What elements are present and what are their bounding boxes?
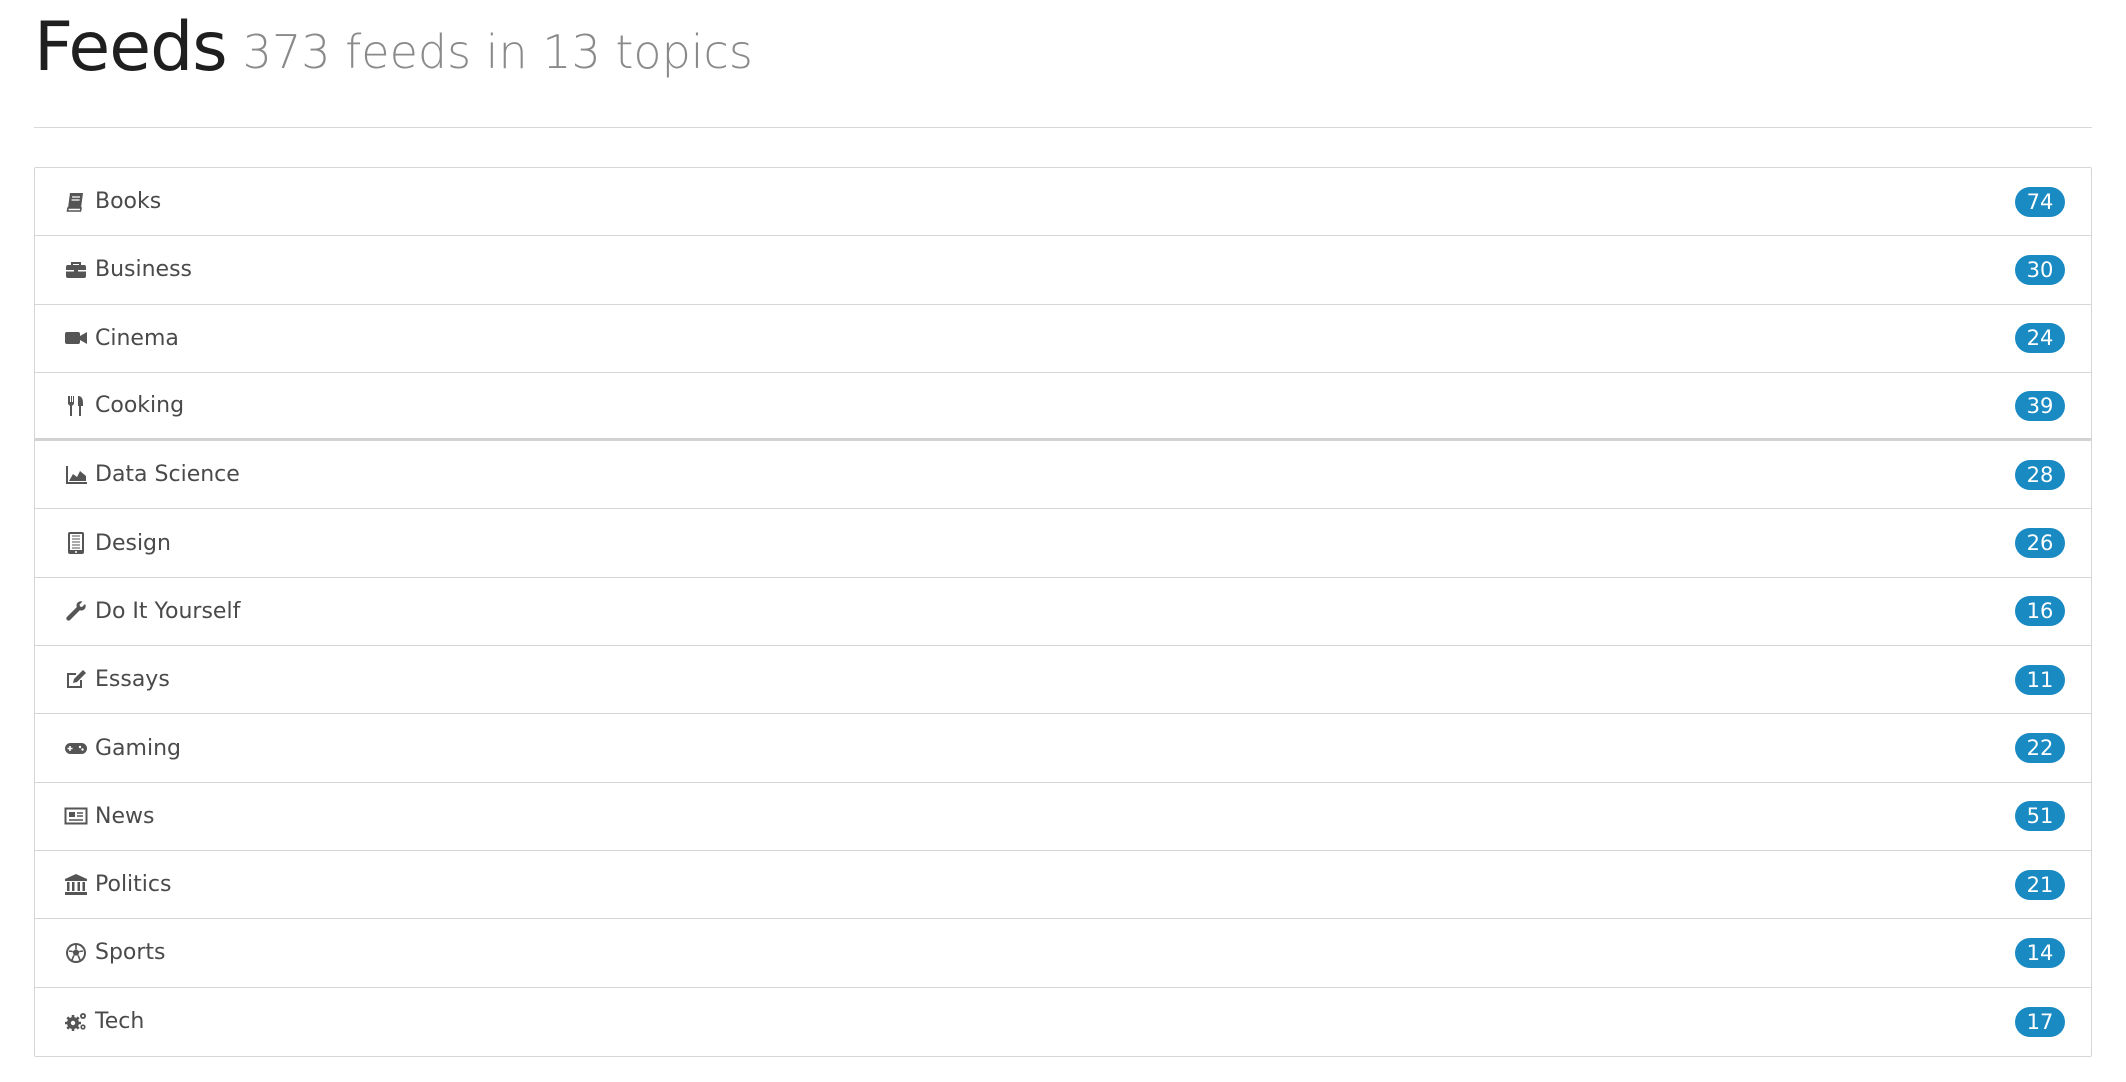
book-icon [63,189,89,215]
topic-count-badge: 51 [2015,801,2065,832]
topic-label: Design [95,530,171,556]
soccer-ball-icon [63,940,89,966]
newspaper-icon [63,803,89,829]
topic-label: Gaming [95,735,181,761]
topic-item-politics[interactable]: Politics 21 [35,851,2091,920]
topic-count-badge: 17 [2015,1006,2065,1037]
topic-label: Business [95,257,193,283]
page-title-text: Feeds [34,8,228,87]
topic-item-design[interactable]: Design 26 [35,509,2091,578]
topic-label: Sports [95,940,166,966]
topic-label: Politics [95,872,172,898]
topic-item-essays[interactable]: Essays 11 [35,646,2091,715]
topic-count-badge: 39 [2015,390,2065,421]
topic-label: Tech [95,1009,145,1035]
topic-count-badge: 26 [2015,528,2065,559]
topic-item-news[interactable]: News 51 [35,783,2091,851]
briefcase-icon [63,257,89,283]
topic-item-business[interactable]: Business 30 [35,236,2091,305]
cogs-icon [63,1009,89,1035]
page-container: Feeds 373 feeds in 13 topics Books 74 Bus… [34,0,2092,1057]
institution-icon [63,872,89,898]
topic-label: Cooking [95,393,185,419]
topic-count-badge: 14 [2015,937,2065,968]
topic-label: Cinema [95,325,179,351]
topic-label: Essays [95,667,170,693]
topic-item-do-it-yourself[interactable]: Do It Yourself 16 [35,578,2091,647]
topic-count-badge: 74 [2015,186,2065,217]
cutlery-icon [63,393,89,419]
topic-item-cooking[interactable]: Cooking 39 [35,373,2091,442]
topic-count-badge: 22 [2015,733,2065,764]
page-title: Feeds 373 feeds in 13 topics [34,14,753,82]
area-chart-icon [63,462,89,488]
topic-item-data-science[interactable]: Data Science 28 [35,441,2091,510]
topic-item-cinema[interactable]: Cinema 24 [35,305,2091,373]
topic-count-badge: 21 [2015,869,2065,900]
gamepad-icon [63,735,89,761]
topic-item-books[interactable]: Books 74 [35,168,2091,237]
feeds-summary: 373 feeds in 13 topics [242,25,753,79]
topic-item-gaming[interactable]: Gaming 22 [35,714,2091,783]
topic-label: Data Science [95,462,240,488]
edit-icon [63,667,89,693]
topic-item-tech[interactable]: Tech 17 [35,988,2091,1056]
topic-count-badge: 16 [2015,596,2065,627]
topic-count-badge: 24 [2015,323,2065,354]
topic-count-badge: 30 [2015,254,2065,285]
topic-label: News [95,803,155,829]
topic-label: Books [95,189,162,215]
video-camera-icon [63,325,89,351]
topic-item-sports[interactable]: Sports 14 [35,919,2091,988]
tablet-icon [63,530,89,556]
topic-label: Do It Yourself [95,598,241,624]
page-header: Feeds 373 feeds in 13 topics [34,0,2092,128]
topic-count-badge: 28 [2015,459,2065,490]
topic-list: Books 74 Business 30 Cinema 24 Cooking 3… [34,167,2092,1057]
topic-count-badge: 11 [2015,664,2065,695]
wrench-icon [63,598,89,624]
